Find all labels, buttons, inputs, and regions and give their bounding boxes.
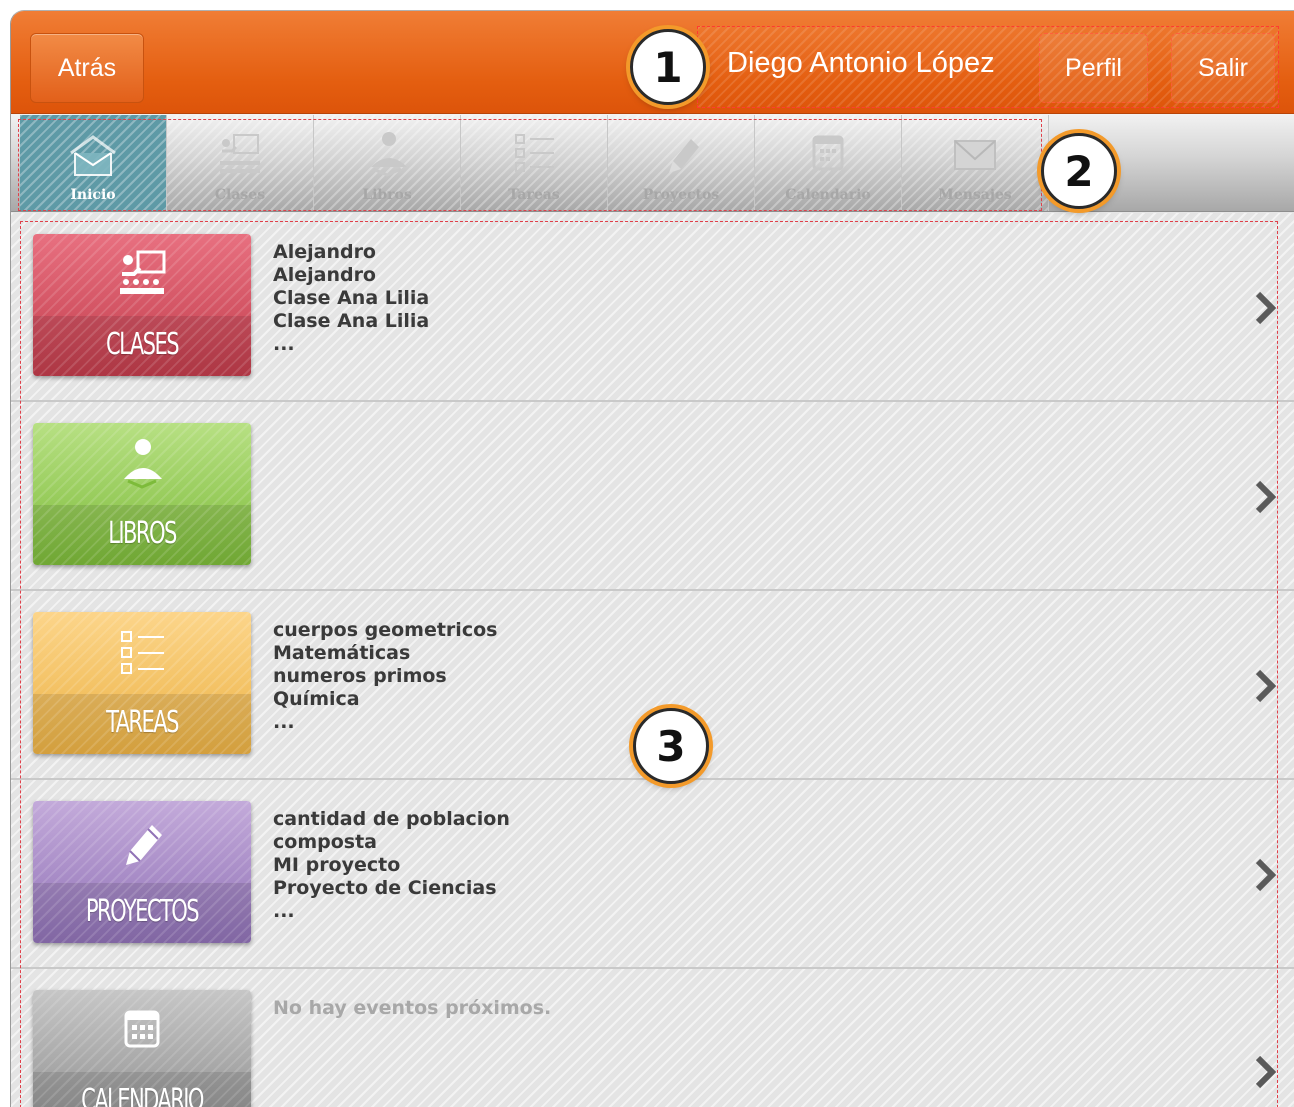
tile-tareas[interactable]: TAREAS bbox=[33, 612, 251, 754]
section-items: cuerpos geometricos Matemáticas numeros … bbox=[273, 619, 497, 734]
list-item[interactable]: numeros primos bbox=[273, 665, 497, 688]
checklist-icon bbox=[515, 134, 554, 172]
list-item[interactable]: cantidad de poblacion bbox=[273, 808, 510, 831]
section-row-libros[interactable]: LIBROS bbox=[11, 402, 1294, 591]
list-item[interactable]: MI proyecto bbox=[273, 854, 510, 877]
list-item[interactable]: Alejandro bbox=[273, 264, 429, 287]
classroom-icon bbox=[220, 134, 260, 173]
tile-calendario[interactable]: CALENDARIO bbox=[33, 990, 251, 1107]
toolbar-label: Proyectos bbox=[642, 187, 720, 203]
envelope-icon bbox=[954, 140, 996, 170]
section-items: cantidad de poblacion composta MI proyec… bbox=[273, 808, 510, 923]
tile-label: LIBROS bbox=[108, 516, 177, 551]
list-item-more: ... bbox=[273, 900, 295, 922]
list-item[interactable]: composta bbox=[273, 831, 510, 854]
empty-message: No hay eventos próximos. bbox=[273, 997, 552, 1019]
calendar-icon bbox=[812, 135, 844, 171]
toolbar-label: Inicio bbox=[70, 187, 116, 203]
section-row-clases[interactable]: CLASES Alejandro Alejandro Clase Ana Lil… bbox=[11, 213, 1294, 402]
classroom-icon bbox=[120, 250, 166, 294]
list-item[interactable]: Alejandro bbox=[273, 241, 429, 264]
list-item[interactable]: Clase Ana Lilia bbox=[273, 310, 429, 333]
chevron-right-icon[interactable] bbox=[1253, 479, 1277, 515]
chevron-right-icon[interactable] bbox=[1253, 290, 1277, 326]
reader-icon bbox=[371, 132, 407, 177]
home-icon bbox=[70, 135, 116, 176]
pencil-icon bbox=[126, 825, 162, 865]
tile-proyectos[interactable]: PROYECTOS bbox=[33, 801, 251, 943]
toolbar-label: Clases bbox=[214, 187, 266, 203]
tile-label: PROYECTOS bbox=[85, 894, 200, 929]
checklist-icon bbox=[121, 631, 164, 674]
toolbar-label: Libros bbox=[362, 187, 412, 203]
callout-2: 2 bbox=[1041, 133, 1117, 209]
tile-label: CALENDARIO bbox=[81, 1083, 204, 1107]
calendar-icon bbox=[124, 1010, 160, 1048]
list-item[interactable]: Proyecto de Ciencias bbox=[273, 877, 510, 900]
chevron-right-icon[interactable] bbox=[1253, 668, 1277, 704]
tile-label: CLASES bbox=[105, 327, 180, 362]
chevron-right-icon[interactable] bbox=[1253, 857, 1277, 893]
toolbar-label: Tareas bbox=[508, 187, 560, 203]
user-name: Diego Antonio López bbox=[727, 47, 995, 79]
callout-3: 3 bbox=[633, 708, 709, 784]
list-item[interactable]: Química bbox=[273, 688, 497, 711]
callout-1: 1 bbox=[630, 29, 706, 105]
logout-button[interactable]: Salir bbox=[1171, 33, 1275, 103]
toolbar-item-clases[interactable]: Clases bbox=[167, 115, 314, 211]
back-button[interactable]: Atrás bbox=[30, 33, 144, 103]
dashboard-list: CLASES Alejandro Alejandro Clase Ana Lil… bbox=[11, 213, 1294, 1107]
list-item-more: ... bbox=[273, 333, 295, 355]
list-item-more: ... bbox=[273, 711, 295, 733]
section-row-proyectos[interactable]: PROYECTOS cantidad de poblacion composta… bbox=[11, 780, 1294, 969]
reader-icon bbox=[124, 439, 162, 489]
list-item[interactable]: cuerpos geometricos bbox=[273, 619, 497, 642]
profile-button[interactable]: Perfil bbox=[1039, 33, 1148, 103]
toolbar-item-tareas[interactable]: Tareas bbox=[461, 115, 608, 211]
toolbar-label: Mensajes bbox=[938, 187, 1012, 203]
toolbar-item-calendario[interactable]: Calendario bbox=[755, 115, 902, 211]
list-item[interactable]: Matemáticas bbox=[273, 642, 497, 665]
toolbar-item-libros[interactable]: Libros bbox=[314, 115, 461, 211]
list-item[interactable]: Clase Ana Lilia bbox=[273, 287, 429, 310]
toolbar-label: Calendario bbox=[785, 187, 871, 203]
section-items: No hay eventos próximos. bbox=[273, 997, 551, 1020]
toolbar-item-mensajes[interactable]: Mensajes bbox=[902, 115, 1049, 211]
chevron-right-icon[interactable] bbox=[1253, 1054, 1277, 1090]
toolbar-item-proyectos[interactable]: Proyectos bbox=[608, 115, 755, 211]
tile-clases[interactable]: CLASES bbox=[33, 234, 251, 376]
pencil-icon bbox=[669, 139, 699, 173]
app-window: Atrás Diego Antonio López Perfil Salir 1… bbox=[10, 10, 1294, 1107]
tile-libros[interactable]: LIBROS bbox=[33, 423, 251, 565]
toolbar-item-inicio[interactable]: Inicio bbox=[20, 115, 167, 211]
tile-label: TAREAS bbox=[106, 705, 179, 740]
section-row-calendario[interactable]: CALENDARIO No hay eventos próximos. bbox=[11, 969, 1294, 1107]
section-items: Alejandro Alejandro Clase Ana Lilia Clas… bbox=[273, 241, 429, 356]
